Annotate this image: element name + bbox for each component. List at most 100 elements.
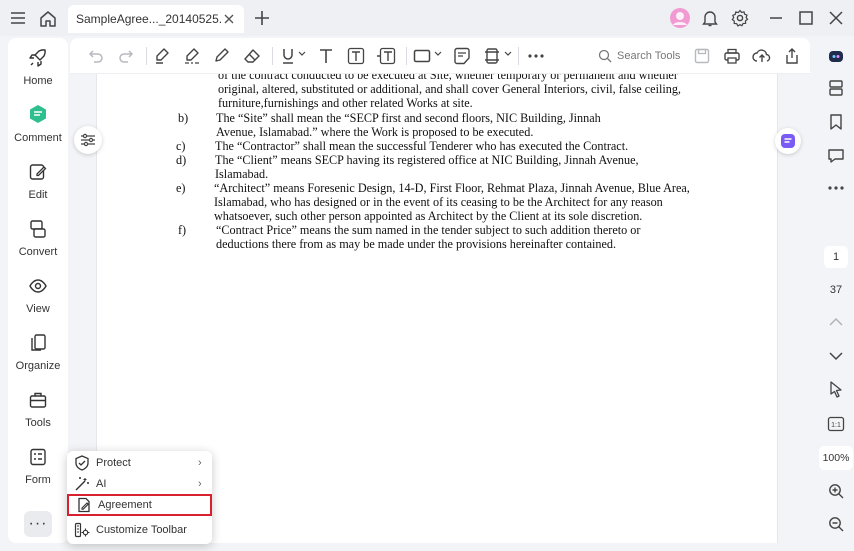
actual-size-button[interactable]: 1:1 xyxy=(822,412,850,436)
nav-form[interactable]: Form xyxy=(8,441,68,493)
area-highlight-icon[interactable] xyxy=(180,44,204,68)
nav-view[interactable]: View xyxy=(8,270,68,322)
eye-icon xyxy=(26,274,50,298)
edit-icon xyxy=(26,160,50,184)
organize-icon xyxy=(26,331,50,355)
ai-assistant-button[interactable] xyxy=(775,128,801,154)
agreement-icon xyxy=(75,496,93,514)
save-icon[interactable] xyxy=(690,44,714,68)
filter-button[interactable] xyxy=(74,126,102,154)
search-tools[interactable]: Search Tools xyxy=(598,46,680,66)
magic-wand-icon xyxy=(73,475,91,493)
doc-line: f) xyxy=(178,223,187,237)
close-window-icon[interactable] xyxy=(824,6,848,30)
chevron-right-icon: › xyxy=(198,457,202,469)
menu-item-label: Agreement xyxy=(98,499,152,511)
doc-line: e) xyxy=(176,181,186,195)
underline-icon[interactable] xyxy=(276,44,300,68)
doc-line: original, altered, substituted or additi… xyxy=(218,82,681,96)
chevron-right-icon: › xyxy=(198,478,202,490)
share-icon[interactable] xyxy=(780,44,804,68)
stamp-icon[interactable] xyxy=(480,44,504,68)
more-options-icon[interactable] xyxy=(822,176,850,200)
rectangle-icon[interactable] xyxy=(410,44,434,68)
chevron-up-icon[interactable] xyxy=(822,310,850,334)
avatar[interactable] xyxy=(668,6,692,30)
doc-line: “Contract Price” means the sum named in … xyxy=(216,223,641,237)
minimize-icon[interactable] xyxy=(764,6,788,30)
doc-line: c) xyxy=(176,139,186,153)
doc-line: Avenue, Islamabad.” where the Work is pr… xyxy=(216,125,534,139)
chevron-down-icon[interactable] xyxy=(822,344,850,368)
pencil-icon[interactable] xyxy=(210,44,234,68)
chevron-down-icon[interactable] xyxy=(504,50,512,62)
menu-item-ai[interactable]: AI › xyxy=(67,473,212,495)
sliders-icon xyxy=(81,133,95,147)
form-icon xyxy=(26,445,50,469)
chevron-down-icon[interactable] xyxy=(434,50,442,62)
maximize-icon[interactable] xyxy=(794,6,818,30)
bookmark-icon[interactable] xyxy=(822,110,850,134)
comments-panel-icon[interactable] xyxy=(822,144,850,168)
current-page-field[interactable]: 1 xyxy=(824,246,848,268)
bell-icon[interactable] xyxy=(698,6,722,30)
redo-icon[interactable] xyxy=(114,44,138,68)
fit-label: 1:1 xyxy=(831,422,841,429)
nav-label: Edit xyxy=(28,189,48,201)
rocket-icon xyxy=(26,46,50,70)
toolbar-divider xyxy=(406,47,407,65)
document-tab[interactable]: SampleAgree..._20140525.pdf xyxy=(68,5,244,33)
undo-icon[interactable] xyxy=(84,44,108,68)
text-icon[interactable] xyxy=(314,44,338,68)
doc-line: The “Client” means SECP having its regis… xyxy=(215,153,639,167)
nav-edit[interactable]: Edit xyxy=(8,156,68,208)
nav-comment[interactable]: Comment xyxy=(8,99,68,151)
highlighter-icon[interactable] xyxy=(150,44,174,68)
total-pages: 37 xyxy=(829,284,843,296)
nav-convert[interactable]: Convert xyxy=(8,213,68,265)
nav-label: Comment xyxy=(14,132,62,144)
doc-line: Islamabad, who has designed or in the ev… xyxy=(214,195,663,209)
menu-item-label: Customize Toolbar xyxy=(96,524,187,536)
toolbox-icon xyxy=(26,388,50,412)
doc-line: d) xyxy=(176,153,187,167)
doc-line: The “Contractor” shall mean the successf… xyxy=(215,139,629,153)
doc-line: furniture,furnishings and other related … xyxy=(218,96,473,110)
thumbnails-icon[interactable] xyxy=(822,76,850,100)
search-icon xyxy=(598,49,612,63)
nav-tools[interactable]: Tools xyxy=(8,384,68,436)
nav-label: Tools xyxy=(25,417,51,429)
text-box-icon[interactable] xyxy=(344,44,368,68)
new-tab-icon[interactable] xyxy=(250,6,274,30)
nav-label: Convert xyxy=(18,246,58,258)
menu-item-protect[interactable]: Protect › xyxy=(67,452,212,474)
ai-robot-icon[interactable] xyxy=(822,44,850,68)
more-tools-icon[interactable] xyxy=(524,44,548,68)
print-icon[interactable] xyxy=(720,44,744,68)
text-callout-icon[interactable] xyxy=(374,44,398,68)
zoom-level[interactable]: 100% xyxy=(819,446,853,470)
chevron-down-icon[interactable] xyxy=(298,50,306,62)
zoom-in-icon[interactable] xyxy=(822,479,850,503)
close-tab-icon[interactable] xyxy=(222,12,236,26)
nav-label: Home xyxy=(23,75,53,87)
settings-icon[interactable] xyxy=(728,6,752,30)
nav-home[interactable]: Home xyxy=(8,42,68,94)
menu-item-customize-toolbar[interactable]: Customize Toolbar xyxy=(67,519,212,541)
doc-line: b) xyxy=(178,111,189,125)
zoom-out-icon[interactable] xyxy=(822,512,850,536)
customize-icon xyxy=(73,521,91,539)
home-icon[interactable] xyxy=(36,6,60,30)
doc-line: whatsoever, such other person appointed … xyxy=(214,209,643,223)
menu-icon[interactable] xyxy=(6,6,30,30)
eraser-icon[interactable] xyxy=(240,44,264,68)
menu-item-agreement[interactable]: Agreement xyxy=(67,494,212,516)
sticky-note-icon[interactable] xyxy=(450,44,474,68)
nav-organize[interactable]: Organize xyxy=(8,327,68,379)
cloud-upload-icon[interactable] xyxy=(750,44,774,68)
nav-label: Organize xyxy=(15,360,61,372)
ai-assistant-icon xyxy=(781,134,795,148)
select-cursor-icon[interactable] xyxy=(822,377,850,401)
more-button[interactable]: ··· xyxy=(24,511,52,537)
convert-icon xyxy=(26,217,50,241)
